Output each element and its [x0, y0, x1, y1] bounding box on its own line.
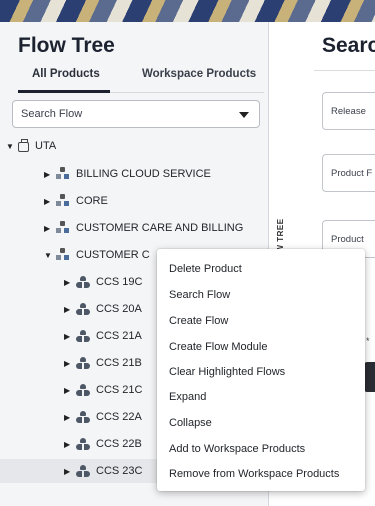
collapsed-caret-icon[interactable]: ▶: [64, 386, 76, 395]
menu-item-search-flow[interactable]: Search Flow: [169, 289, 230, 301]
flow-tree-title: Flow Tree: [18, 34, 115, 57]
tree-node-label: CCS 21B: [96, 357, 142, 369]
root-folder-icon: [18, 139, 29, 152]
product-hierarchy-icon: [56, 167, 70, 181]
tree-node-product[interactable]: ▶ CORE: [44, 189, 108, 213]
expanded-caret-icon[interactable]: ▼: [6, 142, 18, 151]
menu-item-delete-product[interactable]: Delete Product: [169, 263, 242, 275]
tree-node-product[interactable]: ▼ CUSTOMER C: [44, 243, 150, 267]
product-family-field-label: Product F: [331, 168, 373, 179]
menu-item-remove-from-workspace[interactable]: Remove from Workspace Products: [169, 468, 339, 480]
tab-all-products[interactable]: All Products: [32, 68, 100, 80]
tree-node-root[interactable]: ▼ UTA: [6, 134, 56, 158]
module-group-icon: [76, 356, 90, 370]
collapsed-caret-icon[interactable]: ▶: [44, 224, 56, 233]
tree-node-label: CCS 21A: [96, 330, 142, 342]
top-banner: [0, 0, 375, 22]
menu-item-create-flow[interactable]: Create Flow: [169, 315, 228, 327]
collapsed-caret-icon[interactable]: ▶: [64, 305, 76, 314]
product-hierarchy-icon: [56, 221, 70, 235]
tree-node-product[interactable]: ▶ BILLING CLOUD SERVICE: [44, 162, 211, 186]
tree-node-label: CUSTOMER C: [76, 249, 150, 261]
product-tabs: All Products Workspace Products: [18, 68, 264, 94]
tree-node-module[interactable]: ▶ CCS 20A: [64, 297, 142, 321]
tree-node-label: CCS 19C: [96, 276, 143, 288]
tree-node-module[interactable]: ▶ CCS 21C: [64, 378, 142, 402]
collapsed-caret-icon[interactable]: ▶: [44, 170, 56, 179]
search-panel-divider: [314, 70, 375, 71]
tree-node-label: CCS 20A: [96, 303, 142, 315]
context-menu: Delete Product Search Flow Create Flow C…: [157, 249, 365, 491]
active-tab-indicator: [18, 90, 110, 93]
tree-node-module[interactable]: ▶ CCS 21B: [64, 351, 142, 375]
collapsed-caret-icon[interactable]: ▶: [64, 413, 76, 422]
collapsed-caret-icon[interactable]: ▶: [64, 440, 76, 449]
menu-item-add-to-workspace[interactable]: Add to Workspace Products: [169, 443, 305, 455]
release-field[interactable]: Release: [322, 92, 375, 130]
required-marker: *: [366, 336, 370, 346]
product-hierarchy-icon: [56, 194, 70, 208]
tree-node-product[interactable]: ▶ CUSTOMER CARE AND BILLING: [44, 216, 243, 240]
collapsed-caret-icon[interactable]: ▶: [44, 197, 56, 206]
tree-node-label: CCS 22B: [96, 438, 142, 450]
search-flow-select[interactable]: Search Flow: [12, 100, 260, 128]
product-field-label: Product: [331, 234, 364, 245]
tab-workspace-products[interactable]: Workspace Products: [142, 68, 256, 80]
search-panel-title: Searc: [322, 34, 375, 57]
menu-item-collapse[interactable]: Collapse: [169, 417, 212, 429]
expanded-caret-icon[interactable]: ▼: [44, 251, 56, 260]
menu-item-clear-highlighted-flows[interactable]: Clear Highlighted Flows: [169, 366, 285, 378]
tree-node-label: CCS 21C: [96, 384, 143, 396]
collapsed-caret-icon[interactable]: ▶: [64, 359, 76, 368]
menu-item-expand[interactable]: Expand: [169, 391, 206, 403]
menu-item-create-flow-module[interactable]: Create Flow Module: [169, 341, 267, 353]
search-button[interactable]: [364, 362, 375, 392]
tree-node-module[interactable]: ▶ CCS 19C: [64, 270, 142, 294]
module-group-icon: [76, 437, 90, 451]
module-group-icon: [76, 410, 90, 424]
collapsed-caret-icon[interactable]: ▶: [64, 278, 76, 287]
tree-node-label: CUSTOMER CARE AND BILLING: [76, 222, 244, 234]
module-group-icon: [76, 464, 90, 478]
release-field-label: Release: [331, 106, 366, 117]
tree-node-module[interactable]: ▶ CCS 22A: [64, 405, 142, 429]
tree-node-module[interactable]: ▶ CCS 21A: [64, 324, 142, 348]
module-group-icon: [76, 383, 90, 397]
tree-node-label: UTA: [35, 140, 57, 152]
tree-node-label: CCS 22A: [96, 411, 142, 423]
module-group-icon: [76, 302, 90, 316]
chevron-down-icon: [239, 112, 249, 118]
product-hierarchy-icon: [56, 248, 70, 262]
collapsed-caret-icon[interactable]: ▶: [64, 332, 76, 341]
tree-node-label: CCS 23C: [96, 465, 143, 477]
search-flow-select-value: Search Flow: [21, 108, 83, 120]
module-group-icon: [76, 329, 90, 343]
tree-node-module[interactable]: ▶ CCS 22B: [64, 432, 142, 456]
tree-node-module-selected[interactable]: ▶ CCS 23C: [64, 459, 142, 483]
module-group-icon: [76, 275, 90, 289]
tree-node-label: BILLING CLOUD SERVICE: [76, 168, 211, 180]
tree-node-label: CORE: [76, 195, 108, 207]
collapsed-caret-icon[interactable]: ▶: [64, 467, 76, 476]
product-family-field[interactable]: Product F: [322, 154, 375, 192]
